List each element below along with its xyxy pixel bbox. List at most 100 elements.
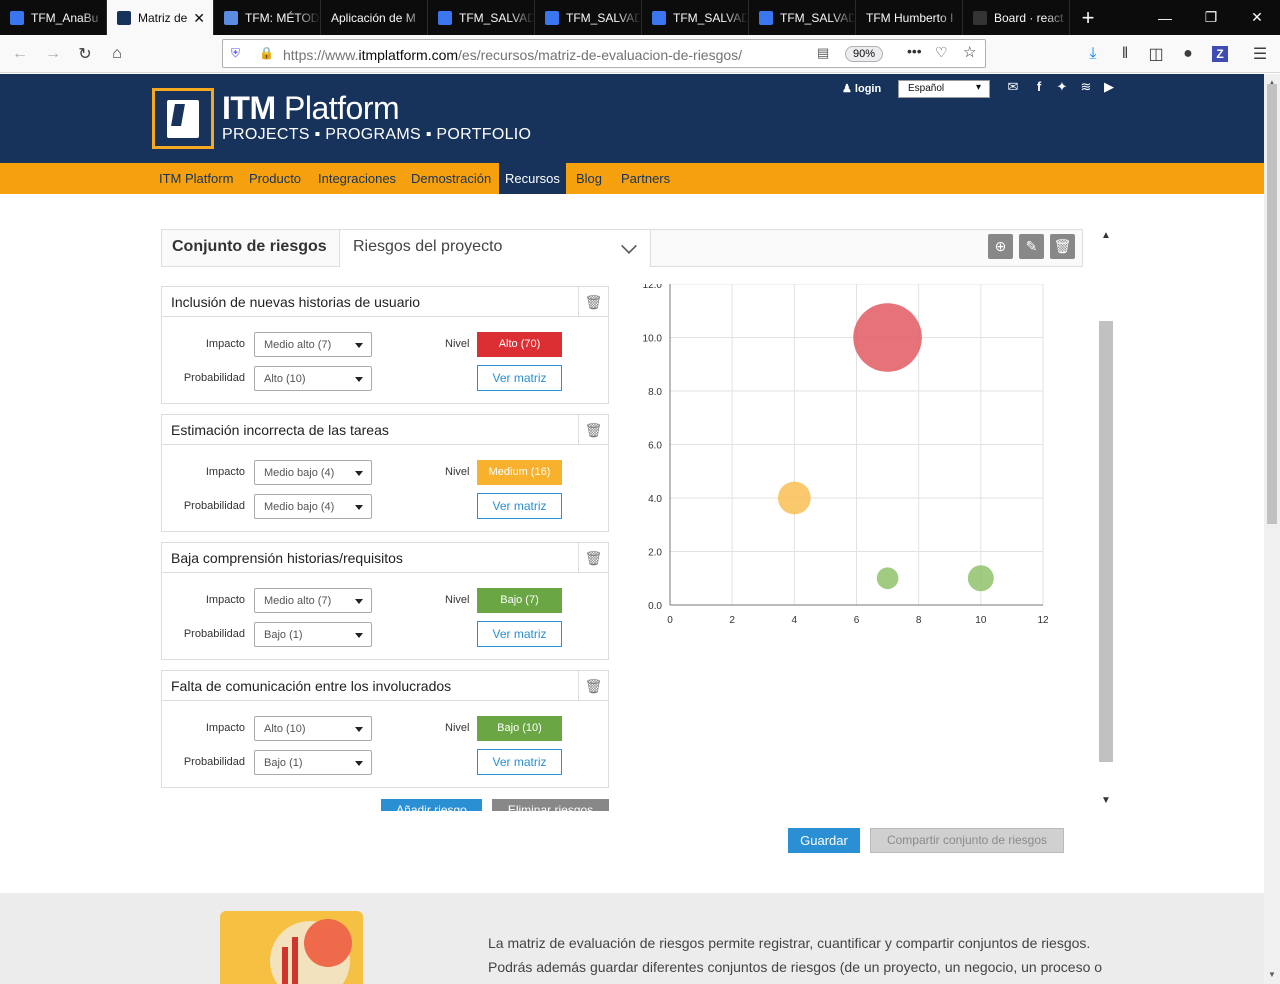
more-actions-icon[interactable]: ••• <box>907 43 922 59</box>
email-icon[interactable]: ✉ <box>1005 79 1021 95</box>
close-tab-icon[interactable]: ✕ <box>193 10 205 27</box>
y-tick-label: 12.0 <box>643 284 663 291</box>
forward-icon[interactable]: → <box>40 41 66 67</box>
downloads-icon[interactable]: ⤓ <box>1080 41 1106 67</box>
level-badge: Bajo (7) <box>477 588 562 613</box>
y-tick-label: 4.0 <box>648 494 662 505</box>
rss-icon[interactable]: ≋ <box>1078 79 1094 95</box>
ver-matriz-button[interactable]: Ver matriz <box>477 621 562 647</box>
menu-item[interactable]: Blog <box>570 163 608 194</box>
zotero-icon[interactable]: Z <box>1207 41 1233 67</box>
language-select[interactable]: Español <box>898 80 990 98</box>
browser-tab[interactable]: Aplicación de M <box>321 0 428 35</box>
minimize-icon[interactable]: — <box>1142 0 1188 35</box>
sidebar-icon[interactable]: ◫ <box>1143 41 1169 67</box>
impacto-select[interactable]: Alto (10) <box>254 716 372 741</box>
menu-item[interactable]: Demostración <box>405 163 497 194</box>
account-icon[interactable]: ● <box>1175 41 1201 67</box>
trash-icon[interactable]: 🗑 <box>578 287 608 317</box>
close-window-icon[interactable]: ✕ <box>1234 0 1280 35</box>
reader-view-icon[interactable]: ▤ <box>817 45 829 61</box>
zoom-indicator[interactable]: 90% <box>845 46 883 62</box>
back-icon[interactable]: ← <box>7 41 33 67</box>
window-controls: — ❐ ✕ <box>1142 0 1280 35</box>
edit-set-icon[interactable]: ✎ <box>1019 234 1044 259</box>
menu-icon[interactable]: ☰ <box>1247 41 1273 67</box>
probabilidad-select[interactable]: Alto (10) <box>254 366 372 391</box>
risk-set-select[interactable]: Riesgos del proyecto <box>339 230 651 267</box>
ver-matriz-button[interactable]: Ver matriz <box>477 749 562 775</box>
bookmark-star-icon[interactable]: ☆ <box>963 43 976 61</box>
risk-title[interactable]: Baja comprensión historias/requisitos <box>171 550 403 566</box>
risk-header: Estimación incorrecta de las tareas 🗑 <box>162 415 608 445</box>
probabilidad-label: Probabilidad <box>183 756 245 768</box>
menu-item[interactable]: Recursos <box>499 163 566 194</box>
new-tab-button[interactable]: + <box>1070 0 1106 35</box>
page-scrollbar[interactable]: ▲ ▼ <box>1264 74 1280 984</box>
ver-matriz-button[interactable]: Ver matriz <box>477 365 562 391</box>
browser-tab[interactable]: TFM_SALVAD <box>535 0 642 35</box>
menu-item[interactable]: Producto <box>243 163 307 194</box>
probabilidad-select[interactable]: Bajo (1) <box>254 622 372 647</box>
probabilidad-select[interactable]: Medio bajo (4) <box>254 494 372 519</box>
probabilidad-select[interactable]: Bajo (1) <box>254 750 372 775</box>
pocket-icon[interactable]: ♡ <box>935 44 948 61</box>
logo-title: ITM Platform <box>222 90 400 126</box>
login-link[interactable]: ♟ login <box>842 82 881 95</box>
trash-icon[interactable]: 🗑 <box>578 415 608 445</box>
browser-tab[interactable]: TFM_SALVAD <box>749 0 856 35</box>
url-bar[interactable]: ⛨ 🔒 https://www.itmplatform.com/es/recur… <box>222 39 986 68</box>
home-icon[interactable]: ⌂ <box>104 41 130 67</box>
impacto-select[interactable]: Medio bajo (4) <box>254 460 372 485</box>
footer-text-line2: Podrás además guardar diferentes conjunt… <box>488 959 1103 975</box>
itm-logo[interactable] <box>152 88 214 149</box>
menu-item[interactable]: Integraciones <box>312 163 402 194</box>
twitter-icon[interactable]: ✦ <box>1054 79 1070 95</box>
restore-icon[interactable]: ❐ <box>1188 0 1234 35</box>
menu-item[interactable]: ITM Platform <box>153 163 239 194</box>
risk-title[interactable]: Falta de comunicación entre los involucr… <box>171 678 451 694</box>
trash-icon[interactable]: 🗑 <box>578 543 608 573</box>
x-tick-label: 0 <box>667 615 673 626</box>
risk-set-bar: Conjunto de riesgos Riesgos del proyecto… <box>161 229 1083 267</box>
x-tick-label: 10 <box>975 615 987 626</box>
add-set-icon[interactable]: ⊕ <box>988 234 1013 259</box>
browser-tab[interactable]: Board · react <box>963 0 1070 35</box>
browser-tabbar: TFM_AnaBu Matriz de ✕ TFM: MÉTOD Aplicación … <box>0 0 1280 35</box>
x-tick-label: 2 <box>729 615 735 626</box>
add-risk-button[interactable]: Añadir riesgo <box>381 799 482 811</box>
lock-icon[interactable]: 🔒 <box>259 46 274 60</box>
ver-matriz-button[interactable]: Ver matriz <box>477 493 562 519</box>
level-badge: Medium (16) <box>477 460 562 485</box>
share-risk-set-button[interactable]: Compartir conjunto de riesgos <box>870 828 1064 853</box>
trash-icon[interactable]: 🗑 <box>578 671 608 701</box>
risk-card: Falta de comunicación entre los involucr… <box>161 670 609 788</box>
library-icon[interactable]: ‖ <box>1112 41 1138 67</box>
browser-tab[interactable]: Matriz de ✕ <box>107 0 214 35</box>
facebook-icon[interactable]: f <box>1031 79 1047 94</box>
reload-icon[interactable]: ↻ <box>72 41 98 67</box>
tab-label: Matriz de <box>138 10 188 25</box>
impacto-select[interactable]: Medio alto (7) <box>254 332 372 357</box>
url-text[interactable]: https://www.itmplatform.com/es/recursos/… <box>283 47 742 63</box>
footer-section: La matriz de evaluación de riesgos permi… <box>0 893 1264 984</box>
delete-risks-button[interactable]: Eliminar riesgos <box>492 799 609 811</box>
delete-set-icon[interactable]: 🗑 <box>1050 234 1075 259</box>
youtube-icon[interactable]: ▶ <box>1101 79 1117 95</box>
browser-tab[interactable]: TFM_SALVAD <box>428 0 535 35</box>
nivel-label: Nivel <box>445 466 470 478</box>
save-button[interactable]: Guardar <box>788 828 860 853</box>
risk-panel-scrollbar[interactable]: ▲ ▼ <box>1097 229 1115 811</box>
menu-item[interactable]: Partners <box>615 163 676 194</box>
shield-icon[interactable]: ⛨ <box>231 46 240 61</box>
risk-title[interactable]: Estimación incorrecta de las tareas <box>171 422 389 438</box>
impacto-select[interactable]: Medio alto (7) <box>254 588 372 613</box>
risk-title[interactable]: Inclusión de nuevas historias de usuario <box>171 294 420 310</box>
level-badge: Bajo (10) <box>477 716 562 741</box>
browser-tab[interactable]: TFM_AnaBu <box>0 0 107 35</box>
tab-favicon-icon <box>652 10 666 25</box>
tab-favicon-icon <box>545 10 559 25</box>
browser-tab[interactable]: TFM_SALVAD <box>642 0 749 35</box>
browser-tab[interactable]: TFM Humberto I <box>856 0 963 35</box>
browser-tab[interactable]: TFM: MÉTOD <box>214 0 321 35</box>
